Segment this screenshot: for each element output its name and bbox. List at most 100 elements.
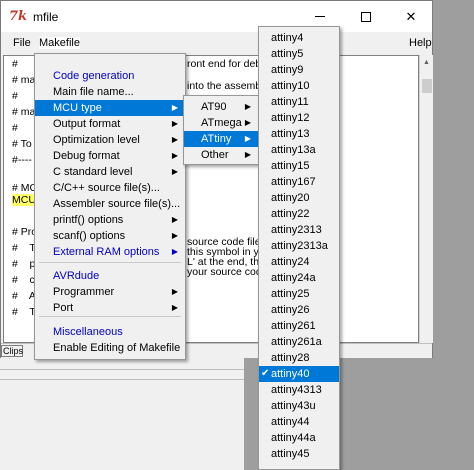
menu-item-label: attiny25 — [271, 288, 310, 300]
submenu-arrow-icon: ▶ — [171, 215, 178, 224]
menu-item-label: attiny4 — [271, 32, 304, 44]
menu-item-label: External RAM options — [53, 246, 160, 258]
submenu-arrow-icon: ▶ — [171, 247, 178, 256]
editor-line: # — [12, 122, 18, 134]
mcu-option-attiny261[interactable]: attiny261 — [259, 318, 339, 334]
menu-item-label: attiny44a — [271, 432, 316, 444]
submenu-arrow-icon: ▶ — [171, 103, 178, 112]
mcu-option-attiny44[interactable]: attiny44 — [259, 414, 339, 430]
clips-label[interactable]: Clips — [1, 345, 23, 357]
mcu-option-attiny2313[interactable]: attiny2313 — [259, 222, 339, 238]
maximize-button[interactable] — [343, 1, 389, 32]
menu-item-scanf-options[interactable]: scanf() options ▶ — [35, 228, 185, 244]
menu-item-port[interactable]: Port ▶ — [35, 300, 185, 316]
editor-line: # T — [12, 242, 36, 254]
menu-item-label: attiny22 — [271, 208, 310, 220]
mcu-option-attiny25[interactable]: attiny25 — [259, 286, 339, 302]
editor-line: # To — [12, 138, 32, 150]
mcu-option-attiny167[interactable]: attiny167 — [259, 174, 339, 190]
editor-line: # A — [12, 290, 36, 302]
menu-item-label: attiny4313 — [271, 384, 322, 396]
mcu-option-attiny43u[interactable]: attiny43u — [259, 398, 339, 414]
menu-item-debug-format[interactable]: Debug format ▶ — [35, 148, 185, 164]
mcu-option-attiny24[interactable]: attiny24 — [259, 254, 339, 270]
makefile-dropdown-menu: Code generation Main file name... MCU type… — [34, 53, 186, 360]
mcu-option-attiny26[interactable]: attiny26 — [259, 302, 339, 318]
menu-item-output-format[interactable]: Output format ▶ — [35, 116, 185, 132]
vertical-scrollbar[interactable]: ▲ — [419, 55, 433, 343]
mcu-option-attiny15[interactable]: attiny15 — [259, 158, 339, 174]
menu-item-label: scanf() options — [53, 230, 126, 242]
menu-item-label: attiny28 — [271, 352, 310, 364]
menu-file[interactable]: File — [13, 37, 31, 49]
menu-item-avrdude[interactable]: AVRdude — [35, 268, 185, 284]
menu-item-label: attiny261a — [271, 336, 322, 348]
menu-item-label: Code generation — [53, 70, 135, 82]
mcu-option-attiny40[interactable]: ✔ attiny40 — [259, 366, 339, 382]
window-title: mfile — [33, 10, 59, 24]
menu-item-label: attiny24a — [271, 272, 316, 284]
menu-item-label: attiny45 — [271, 448, 310, 460]
menu-item-c-c-source-file-s[interactable]: C/C++ source file(s)... — [35, 180, 185, 196]
menu-item-label: AVRdude — [53, 270, 100, 282]
menu-item-label: attiny26 — [271, 304, 310, 316]
menu-item-label: attiny13a — [271, 144, 316, 156]
menu-item-label: attiny44 — [271, 416, 310, 428]
close-button[interactable]: ✕ — [388, 1, 434, 32]
mcu-option-attiny13a[interactable]: attiny13a — [259, 142, 339, 158]
mcu-option-attiny4313[interactable]: attiny4313 — [259, 382, 339, 398]
menu-item-label: attiny11 — [271, 96, 309, 108]
submenu-arrow-icon: ▶ — [171, 167, 178, 176]
mcu-family-atmega[interactable]: ATmega ▶ — [184, 115, 258, 131]
menu-item-label: attiny15 — [271, 160, 310, 172]
menu-makefile[interactable]: Makefile — [39, 37, 80, 49]
editor-line-tail: your source cod — [187, 266, 262, 278]
mcu-family-attiny[interactable]: ATtiny ▶ — [184, 131, 258, 147]
submenu-arrow-icon: ▶ — [244, 134, 251, 143]
mcu-option-attiny45[interactable]: attiny45 — [259, 446, 339, 462]
menu-item-label: Main file name... — [53, 86, 134, 98]
menu-item-label: Output format — [53, 118, 121, 130]
mcu-option-attiny2313a[interactable]: attiny2313a — [259, 238, 339, 254]
menu-item-label: Enable Editing of Makefile — [53, 342, 181, 354]
menu-item-main-file-name[interactable]: Main file name... — [35, 84, 185, 100]
mcu-option-attiny9[interactable]: attiny9 — [259, 62, 339, 78]
menu-help[interactable]: Help — [409, 37, 432, 49]
menu-item-printf-options[interactable]: printf() options ▶ — [35, 212, 185, 228]
mcu-option-attiny4[interactable]: attiny4 — [259, 30, 339, 46]
mcu-option-attiny12[interactable]: attiny12 — [259, 110, 339, 126]
mcu-option-attiny28[interactable]: attiny28 — [259, 350, 339, 366]
menu-item-label: Other — [201, 149, 229, 161]
menu-item-c-standard-level[interactable]: C standard level ▶ — [35, 164, 185, 180]
menu-item-miscellaneous[interactable]: Miscellaneous — [35, 324, 185, 340]
menu-item-optimization-level[interactable]: Optimization level ▶ — [35, 132, 185, 148]
mcu-option-attiny22[interactable]: attiny22 — [259, 206, 339, 222]
minimize-icon — [315, 16, 325, 17]
mcu-option-attiny11[interactable]: attiny11 — [259, 94, 339, 110]
menu-item-enable-editing-of-makefile[interactable]: Enable Editing of Makefile — [35, 340, 185, 356]
mcu-option-attiny44a[interactable]: attiny44a — [259, 430, 339, 446]
mcu-option-attiny24a[interactable]: attiny24a — [259, 270, 339, 286]
mcu-family-at90[interactable]: AT90 ▶ — [184, 99, 258, 115]
menu-item-label: Miscellaneous — [53, 326, 123, 338]
editor-line: # — [12, 58, 18, 70]
menu-item-assembler-source-file-s[interactable]: Assembler source file(s)... — [35, 196, 185, 212]
attiny-submenu: attiny4 attiny5 attiny9 attiny10 attiny11 att… — [258, 26, 340, 470]
menu-item-mcu-type[interactable]: MCU type ▶ — [35, 100, 185, 116]
title-bar[interactable]: 7k mfile ✕ — [1, 1, 432, 32]
mcu-option-attiny261a[interactable]: attiny261a — [259, 334, 339, 350]
mcu-option-attiny13[interactable]: attiny13 — [259, 126, 339, 142]
menu-item-label: Port — [53, 302, 74, 314]
menu-item-label: attiny9 — [271, 64, 304, 76]
menu-separator — [39, 316, 181, 317]
scroll-up-icon[interactable]: ▲ — [423, 59, 430, 66]
scrollbar-thumb[interactable] — [422, 79, 432, 93]
menu-item-programmer[interactable]: Programmer ▶ — [35, 284, 185, 300]
mcu-option-attiny10[interactable]: attiny10 — [259, 78, 339, 94]
mcu-option-attiny5[interactable]: attiny5 — [259, 46, 339, 62]
menu-item-code-generation[interactable]: Code generation — [35, 68, 185, 84]
mcu-family-other[interactable]: Other ▶ — [184, 147, 258, 163]
mcu-option-attiny20[interactable]: attiny20 — [259, 190, 339, 206]
editor-line: # c — [12, 274, 35, 286]
menu-item-external-ram-options[interactable]: External RAM options ▶ — [35, 244, 185, 260]
